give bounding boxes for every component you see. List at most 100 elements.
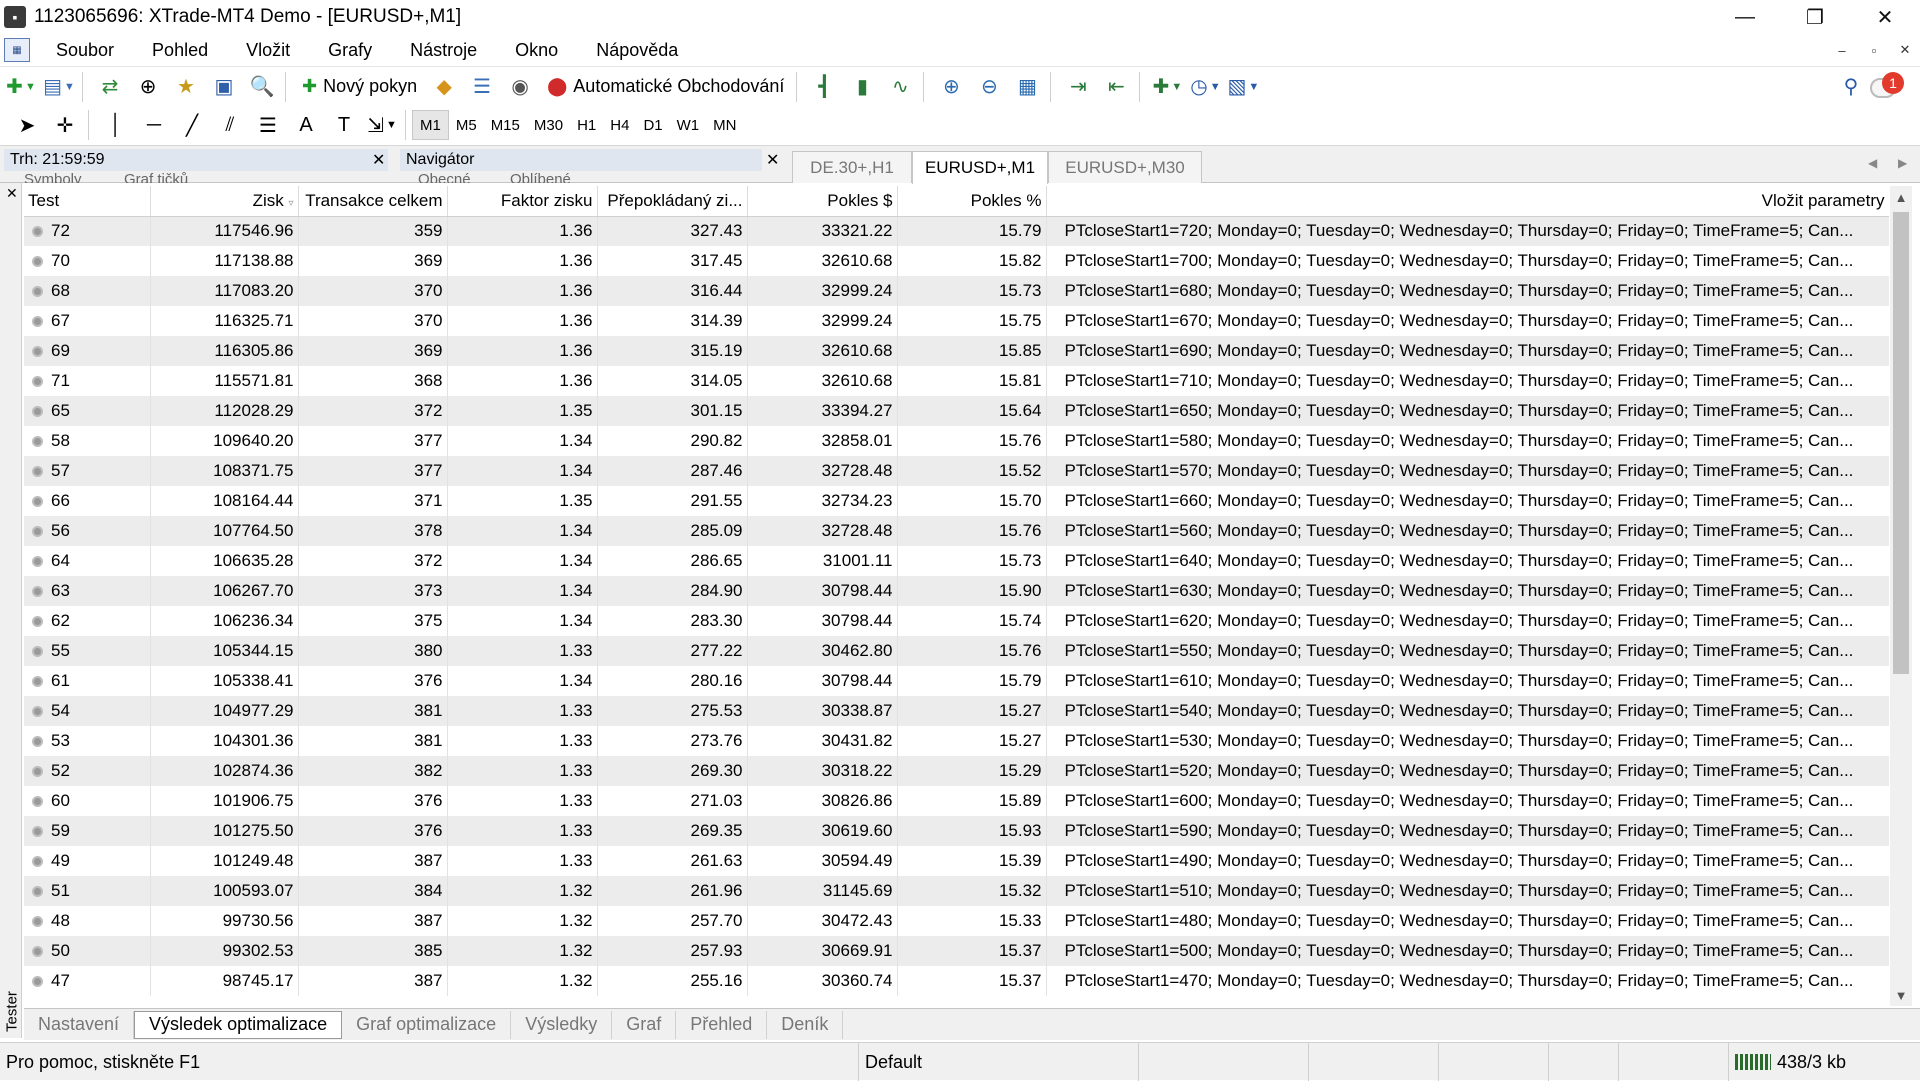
navigator-title[interactable]: Navigátor — [400, 149, 762, 171]
table-row[interactable]: 63 106267.70 373 1.34 284.90 30798.44 15.90 PTc… — [24, 576, 1889, 606]
terminal-icon[interactable]: ▣ — [207, 71, 241, 103]
tab-scroll-right-icon[interactable]: ▶ — [1898, 156, 1907, 170]
column-header-trades[interactable]: Transakce celkem — [298, 186, 448, 217]
column-header-drawdown[interactable]: Pokles $ — [747, 186, 898, 217]
child-restore-icon[interactable]: ▫ — [1862, 38, 1886, 62]
tab-graf-optimalizace[interactable]: Graf optimalizace — [342, 1010, 512, 1039]
zoom-out-icon[interactable]: ⊖ — [972, 71, 1006, 103]
scroll-down-icon[interactable]: ▼ — [1890, 984, 1912, 1006]
strategy-tester-icon[interactable]: 🔍 — [245, 71, 279, 103]
table-row[interactable]: 71 115571.81 368 1.36 314.05 32610.68 15.81 PTc… — [24, 366, 1889, 396]
signals-icon[interactable]: ☰ — [465, 71, 499, 103]
timeframe-h4[interactable]: H4 — [603, 110, 636, 140]
table-row[interactable]: 54 104977.29 381 1.33 275.53 30338.87 15.27 PTc… — [24, 696, 1889, 726]
table-row[interactable]: 64 106635.28 372 1.34 286.65 31001.11 15.73 PTc… — [24, 546, 1889, 576]
new-order-button[interactable]: ✚ Nový pokyn — [296, 71, 423, 103]
vertical-line-icon[interactable]: │ — [99, 109, 133, 141]
timeframe-m5[interactable]: M5 — [449, 110, 484, 140]
navigator-close-icon[interactable]: ✕ — [766, 150, 779, 170]
table-row[interactable]: 50 99302.53 385 1.32 257.93 30669.91 15.37 PTcl… — [24, 936, 1889, 966]
trendline-icon[interactable]: ╱ — [175, 109, 209, 141]
child-minimize-icon[interactable]: – — [1830, 38, 1854, 62]
tile-windows-icon[interactable]: ▦ — [1010, 71, 1044, 103]
chart-tab-eurusd-m1[interactable]: EURUSD+,M1 — [912, 151, 1048, 184]
column-header-profit-factor[interactable]: Faktor zisku — [447, 186, 598, 217]
table-row[interactable]: 47 98745.17 387 1.32 255.16 30360.74 15.37 PTcl… — [24, 966, 1889, 996]
column-header-params[interactable]: Vložit parametry — [1046, 186, 1889, 217]
auto-scroll-icon[interactable]: ⇥ — [1061, 71, 1095, 103]
table-vertical-scrollbar[interactable]: ▲ ▼ — [1890, 186, 1912, 1006]
equidistant-channel-icon[interactable]: ⫽ — [213, 109, 247, 141]
market-watch-title[interactable]: Trh: 21:59:59 — [4, 149, 388, 171]
tester-close-icon[interactable]: ✕ — [6, 185, 18, 202]
autotrading-button[interactable]: ⬤ Automatické Obchodování — [541, 71, 790, 103]
timeframe-mn[interactable]: MN — [706, 110, 743, 140]
column-header-expected-payoff[interactable]: Přepokládaný zi... — [597, 186, 748, 217]
cursor-icon[interactable]: ➤ — [10, 109, 44, 141]
market-watch-tab-tick-chart[interactable]: Graf tičků — [124, 171, 188, 183]
document-icon[interactable]: ▦ — [4, 38, 30, 62]
market-watch-tab-symbols[interactable]: Symboly — [24, 171, 82, 183]
table-row[interactable]: 48 99730.56 387 1.32 257.70 30472.43 15.33 PTcl… — [24, 906, 1889, 936]
timeframe-m15[interactable]: M15 — [484, 110, 527, 140]
table-row[interactable]: 60 101906.75 376 1.33 271.03 30826.86 15.89 PTc… — [24, 786, 1889, 816]
table-row[interactable]: 61 105338.41 376 1.34 280.16 30798.44 15.79 PTc… — [24, 666, 1889, 696]
tab-prehled[interactable]: Přehled — [676, 1010, 768, 1039]
table-row[interactable]: 62 106236.34 375 1.34 283.30 30798.44 15.74 PTc… — [24, 606, 1889, 636]
menu-soubor[interactable]: Soubor — [44, 40, 126, 61]
horizontal-line-icon[interactable]: ─ — [137, 109, 171, 141]
scroll-up-icon[interactable]: ▲ — [1890, 186, 1912, 208]
chart-tab-eurusd-m30[interactable]: EURUSD+,M30 — [1048, 151, 1202, 183]
table-row[interactable]: 66 108164.44 371 1.35 291.55 32734.23 15.70 PTc… — [24, 486, 1889, 516]
notifications-icon[interactable]: 1 — [1870, 72, 1904, 102]
table-row[interactable]: 53 104301.36 381 1.33 273.76 30431.82 15.27 PTc… — [24, 726, 1889, 756]
navigator-tab-general[interactable]: Obecné — [418, 171, 471, 183]
navigator-tab-favorites[interactable]: Oblíbené — [510, 171, 571, 183]
scroll-thumb[interactable] — [1893, 212, 1909, 674]
indicators-icon[interactable]: ✚ ▼ — [1150, 71, 1184, 103]
table-row[interactable]: 55 105344.15 380 1.33 277.22 30462.80 15.76 PTc… — [24, 636, 1889, 666]
tab-vysledky[interactable]: Výsledky — [511, 1010, 613, 1039]
table-row[interactable]: 65 112028.29 372 1.35 301.15 33394.27 15.64 PTc… — [24, 396, 1889, 426]
table-row[interactable]: 57 108371.75 377 1.34 287.46 32728.48 15.52 PTc… — [24, 456, 1889, 486]
table-row[interactable]: 69 116305.86 369 1.36 315.19 32610.68 15.85 PTc… — [24, 336, 1889, 366]
table-row[interactable]: 52 102874.36 382 1.33 269.30 30318.22 15.29 PTc… — [24, 756, 1889, 786]
menu-pohled[interactable]: Pohled — [140, 40, 220, 61]
table-row[interactable]: 72 117546.96 359 1.36 327.43 33321.22 15.79 PTc… — [24, 216, 1889, 246]
table-row[interactable]: 67 116325.71 370 1.36 314.39 32999.24 15.75 PTc… — [24, 306, 1889, 336]
tab-vysledek-optimalizace[interactable]: Výsledek optimalizace — [134, 1010, 343, 1039]
market-watch-icon[interactable]: ⇄ — [93, 71, 127, 103]
chart-shift-icon[interactable]: ⇤ — [1099, 71, 1133, 103]
templates-icon[interactable]: ▧ ▼ — [1226, 71, 1260, 103]
timeframe-m1[interactable]: M1 — [412, 110, 449, 140]
new-chart-icon[interactable]: ✚ ▼ — [4, 71, 38, 103]
text-label-icon[interactable]: T — [327, 109, 361, 141]
navigator-icon[interactable]: ★ — [169, 71, 203, 103]
text-icon[interactable]: A — [289, 109, 323, 141]
candlestick-icon[interactable]: ▮ — [845, 71, 879, 103]
table-row[interactable]: 49 101249.48 387 1.33 261.63 30594.49 15.39 PTc… — [24, 846, 1889, 876]
periods-icon[interactable]: ◷ ▼ — [1188, 71, 1222, 103]
data-window-icon[interactable]: ⊕ — [131, 71, 165, 103]
market-icon[interactable]: ◉ — [503, 71, 537, 103]
line-chart-icon[interactable]: ∿ — [883, 71, 917, 103]
timeframe-m30[interactable]: M30 — [527, 110, 570, 140]
timeframe-h1[interactable]: H1 — [570, 110, 603, 140]
table-row[interactable]: 59 101275.50 376 1.33 269.35 30619.60 15.93 PTc… — [24, 816, 1889, 846]
timeframe-w1[interactable]: W1 — [670, 110, 707, 140]
tab-graf[interactable]: Graf — [612, 1010, 677, 1039]
menu-okno[interactable]: Okno — [503, 40, 570, 61]
column-header-profit[interactable]: Zisk ▿ — [150, 186, 299, 217]
menu-napoveda[interactable]: Nápověda — [584, 40, 690, 61]
market-watch-close-icon[interactable]: ✕ — [372, 150, 385, 170]
menu-vlozit[interactable]: Vložit — [234, 40, 302, 61]
timeframe-d1[interactable]: D1 — [636, 110, 669, 140]
crosshair-icon[interactable]: ✛ — [48, 109, 82, 141]
search-icon[interactable]: ⚲ — [1834, 70, 1868, 102]
menu-grafy[interactable]: Grafy — [316, 40, 384, 61]
tab-scroll-left-icon[interactable]: ◀ — [1868, 156, 1877, 170]
tab-nastaveni[interactable]: Nastavení — [24, 1010, 135, 1039]
status-connection[interactable]: 438/3 kb — [1728, 1043, 1920, 1081]
menu-nastroje[interactable]: Nástroje — [398, 40, 489, 61]
table-row[interactable]: 68 117083.20 370 1.36 316.44 32999.24 15.73 PTc… — [24, 276, 1889, 306]
